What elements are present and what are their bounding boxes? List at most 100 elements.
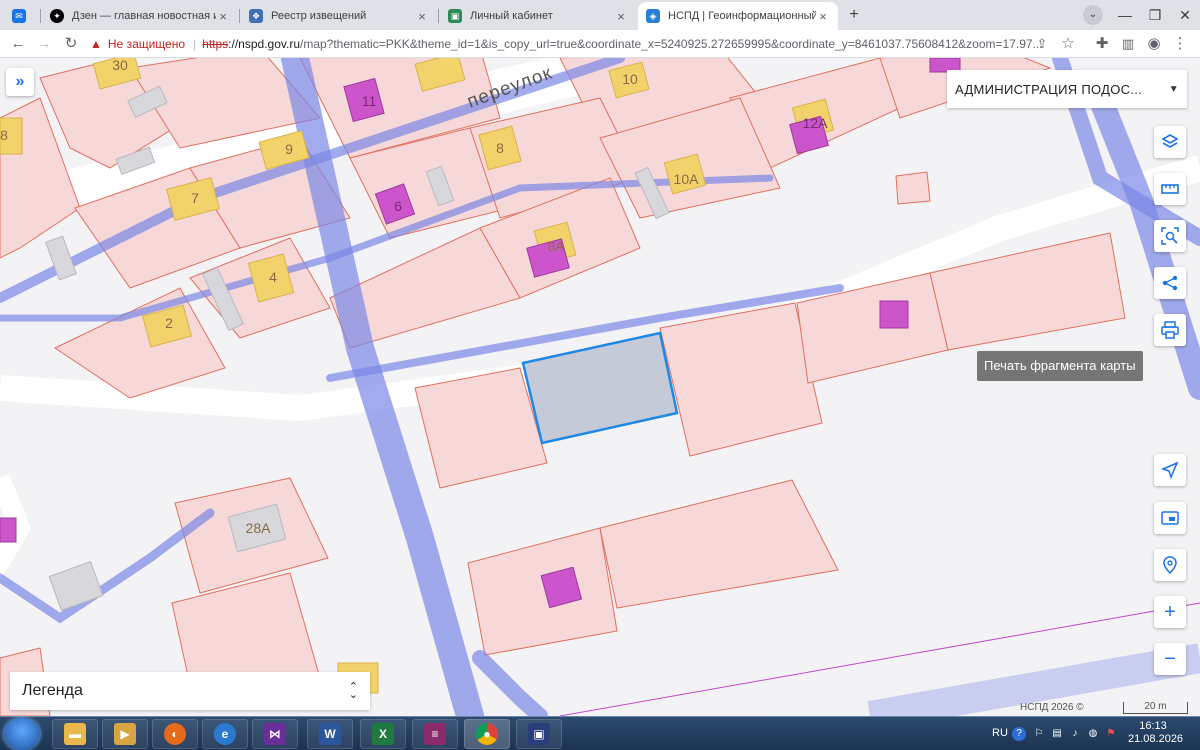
maximize-icon[interactable]: ❐ <box>1140 2 1170 28</box>
folder-icon: ▬ <box>64 723 86 745</box>
close-icon[interactable]: × <box>415 9 429 24</box>
cabinet-icon: ▣ <box>448 9 462 23</box>
tray-arrow-icon[interactable]: ⚐ <box>1032 727 1046 741</box>
action-center-flag-icon[interactable]: ⚑ <box>1104 727 1118 741</box>
print-tooltip: Печать фрагмента карты <box>977 351 1143 381</box>
minimap-button[interactable] <box>1154 502 1186 534</box>
selected-parcel[interactable] <box>521 331 679 445</box>
tab-title: Реестр извещений <box>271 10 367 22</box>
start-button[interactable] <box>4 718 40 750</box>
minimize-icon[interactable]: — <box>1110 2 1140 28</box>
building-label: 6 <box>394 198 402 214</box>
close-icon[interactable]: × <box>614 9 628 24</box>
minus-icon: − <box>1164 648 1176 670</box>
close-icon[interactable]: × <box>816 9 830 24</box>
volume-icon[interactable]: ♪ <box>1068 727 1082 741</box>
tab-title: Дзен — главная новостная инф <box>72 10 216 22</box>
building-label: 10 <box>622 71 638 87</box>
taskbar-archiver[interactable]: ≡ <box>412 719 458 749</box>
scale-bar: 20 m <box>1123 702 1188 714</box>
word-icon: W <box>319 723 341 745</box>
building <box>0 517 17 543</box>
language-indicator[interactable]: RU <box>992 727 1008 739</box>
geolocation-button[interactable] <box>1154 454 1186 486</box>
shed <box>48 560 104 612</box>
archiver-icon: ≡ <box>424 723 446 745</box>
excel-icon: X <box>372 723 394 745</box>
building <box>879 300 909 329</box>
extensions-icon[interactable]: ✚ <box>1092 34 1112 54</box>
clock-date: 21.08.2026 <box>1128 733 1184 745</box>
side-panel-icon[interactable]: ▥ <box>1118 34 1138 54</box>
tab-dzen[interactable]: ✦ Дзен — главная новостная инф × <box>42 2 238 30</box>
forward-arrow-icon[interactable]: → <box>34 34 54 54</box>
antivirus-icon[interactable]: ◍ <box>1086 727 1100 741</box>
plus-icon: + <box>1164 601 1176 623</box>
emblem-icon: ❖ <box>249 9 263 23</box>
network-icon[interactable]: ▤ <box>1050 727 1064 741</box>
nspd-icon: ◈ <box>646 9 660 23</box>
address-bar[interactable]: ▲ Не защищено | https ://nspd.gov.ru /ma… <box>90 33 1085 55</box>
window-close-icon[interactable]: ✕ <box>1170 2 1200 28</box>
taskbar-explorer[interactable]: ▬ <box>52 719 98 749</box>
taskbar-word[interactable]: W <box>307 719 353 749</box>
help-icon[interactable]: ? <box>1012 727 1026 741</box>
building-label: 28А <box>246 520 272 536</box>
parcel <box>599 479 839 609</box>
printer-icon <box>1161 321 1179 339</box>
measure-button[interactable] <box>1154 173 1186 205</box>
building-label: 2 <box>165 315 173 331</box>
zoom-in-button[interactable]: + <box>1154 596 1186 628</box>
new-tab-button[interactable]: + <box>845 6 863 24</box>
parcel <box>467 527 618 656</box>
layer-select[interactable]: АДМИНИСТРАЦИЯ ПОДОС... ▼ <box>947 70 1187 108</box>
building-label: 10А <box>674 171 700 187</box>
clock[interactable]: 16:13 21.08.2026 <box>1128 720 1184 746</box>
url-path: /map?thematic=PKK&theme_id=1&is_copy_url… <box>300 37 1043 51</box>
expand-panel-button[interactable]: » <box>6 68 34 96</box>
taskbar-ie[interactable]: e <box>202 719 248 749</box>
tab-search-icon[interactable]: ⌄ <box>1083 5 1103 25</box>
layers-button[interactable] <box>1154 126 1186 158</box>
internet-explorer-icon: e <box>214 723 236 745</box>
area-search-button[interactable] <box>1154 220 1186 252</box>
taskbar-visual-studio[interactable]: ⋈ <box>252 719 298 749</box>
caret-down-icon: ▼ <box>1168 83 1179 95</box>
building-label: 9 <box>285 141 293 157</box>
visual-studio-icon: ⋈ <box>264 723 286 745</box>
tab-registry[interactable]: ❖ Реестр извещений × <box>241 2 437 30</box>
taskbar-excel[interactable]: X <box>360 719 406 749</box>
ruler-icon <box>1161 184 1179 194</box>
menu-kebab-icon[interactable]: ⋮ <box>1170 34 1190 54</box>
print-button[interactable] <box>1154 314 1186 346</box>
taskbar-media[interactable]: ▶ <box>102 719 148 749</box>
area-search-icon <box>1161 227 1179 245</box>
parcel <box>659 302 823 457</box>
layer-select-value: АДМИНИСТРАЦИЯ ПОДОС... <box>955 81 1143 97</box>
map-canvas[interactable]: 30 11 10 12А 9 8 7 6 10А 8А 4 2 28А 14 8… <box>0 58 1200 716</box>
taskbar-firefox[interactable]: ◐ <box>152 719 198 749</box>
clock-time: 16:13 <box>1139 720 1167 732</box>
floppy-disk-icon: ▣ <box>528 723 550 745</box>
legend-selector[interactable]: Легенда ⌃ ⌄ <box>10 672 370 710</box>
building-label: 30 <box>112 58 128 73</box>
security-label: Не защищено <box>107 37 186 51</box>
zoom-out-button[interactable]: − <box>1154 643 1186 675</box>
location-search-icon <box>1163 556 1177 574</box>
back-arrow-icon[interactable]: ← <box>8 34 28 54</box>
share-icon[interactable]: ⇪ <box>1032 34 1052 54</box>
layers-icon <box>1161 134 1179 148</box>
reload-icon[interactable]: ↻ <box>61 34 81 54</box>
chrome-icon: ● <box>476 723 498 745</box>
taskbar-chrome[interactable]: ● <box>464 719 510 749</box>
bookmark-star-icon[interactable]: ☆ <box>1058 34 1078 54</box>
share-button[interactable] <box>1154 267 1186 299</box>
close-icon[interactable]: × <box>216 9 230 24</box>
profile-icon[interactable]: ◉ <box>1144 34 1164 54</box>
tab-cabinet[interactable]: ▣ Личный кабинет × <box>440 2 636 30</box>
tab-nspd[interactable]: ◈ НСПД | Геоинформационный п × <box>638 2 838 30</box>
tab-mail[interactable]: ✉ <box>4 2 40 30</box>
pipe <box>472 650 548 716</box>
coordinates-button[interactable] <box>1154 549 1186 581</box>
taskbar-save[interactable]: ▣ <box>516 719 562 749</box>
